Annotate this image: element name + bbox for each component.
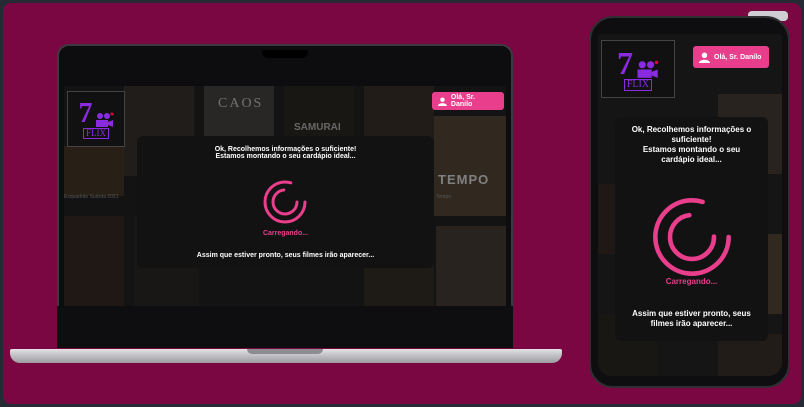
modal-title-line: Estamos montando o seu cardápio ideal... bbox=[215, 153, 356, 160]
brand-logo: 7 FLIX bbox=[67, 91, 125, 147]
modal-title-line: Ok, Recolhemos informações o suficiente! bbox=[214, 146, 357, 153]
brand-logo: 7 FLIX bbox=[601, 40, 675, 98]
loading-spinner-icon bbox=[653, 198, 731, 276]
loading-spinner-icon bbox=[263, 180, 307, 224]
loading-label: Carregando... bbox=[665, 277, 718, 286]
laptop-base-groove bbox=[247, 349, 323, 354]
greeting-label: Olá, Sr. Danilo bbox=[714, 53, 762, 61]
user-icon bbox=[438, 96, 447, 106]
modal-title-line: Estamos montando o seu bbox=[642, 145, 741, 154]
laptop-notch bbox=[262, 50, 308, 58]
logo-word: FLIX bbox=[623, 79, 653, 91]
modal-footer-text: Assim que estiver pronto, seus bbox=[632, 309, 751, 318]
film-camera-icon bbox=[637, 60, 659, 78]
user-icon bbox=[699, 52, 710, 63]
film-camera-icon bbox=[95, 112, 113, 127]
logo-number: 7 bbox=[617, 45, 633, 81]
modal-footer-text: filmes irão aparecer... bbox=[650, 319, 733, 328]
user-greeting-button[interactable]: Olá, Sr. Danilo bbox=[432, 92, 504, 110]
modal-title-line: cardápio ideal... bbox=[661, 155, 722, 164]
logo-word: FLIX bbox=[83, 127, 109, 139]
laptop-bottom-bezel bbox=[57, 306, 513, 348]
loading-label: Carregando... bbox=[262, 230, 309, 237]
user-greeting-button[interactable]: Olá, Sr. Danilo bbox=[693, 46, 769, 68]
loading-modal: Ok, Recolhemos informações o suficiente!… bbox=[137, 136, 434, 268]
modal-footer-text: Assim que estiver pronto, seus filmes ir… bbox=[196, 252, 375, 259]
greeting-label: Olá, Sr. Danilo bbox=[450, 94, 476, 108]
modal-title-line: suficiente! bbox=[671, 135, 712, 144]
modal-title-line: Ok, Recolhemos informações o bbox=[631, 125, 752, 134]
loading-modal: Ok, Recolhemos informações o suficiente!… bbox=[615, 117, 768, 341]
logo-number: 7 bbox=[78, 97, 93, 129]
